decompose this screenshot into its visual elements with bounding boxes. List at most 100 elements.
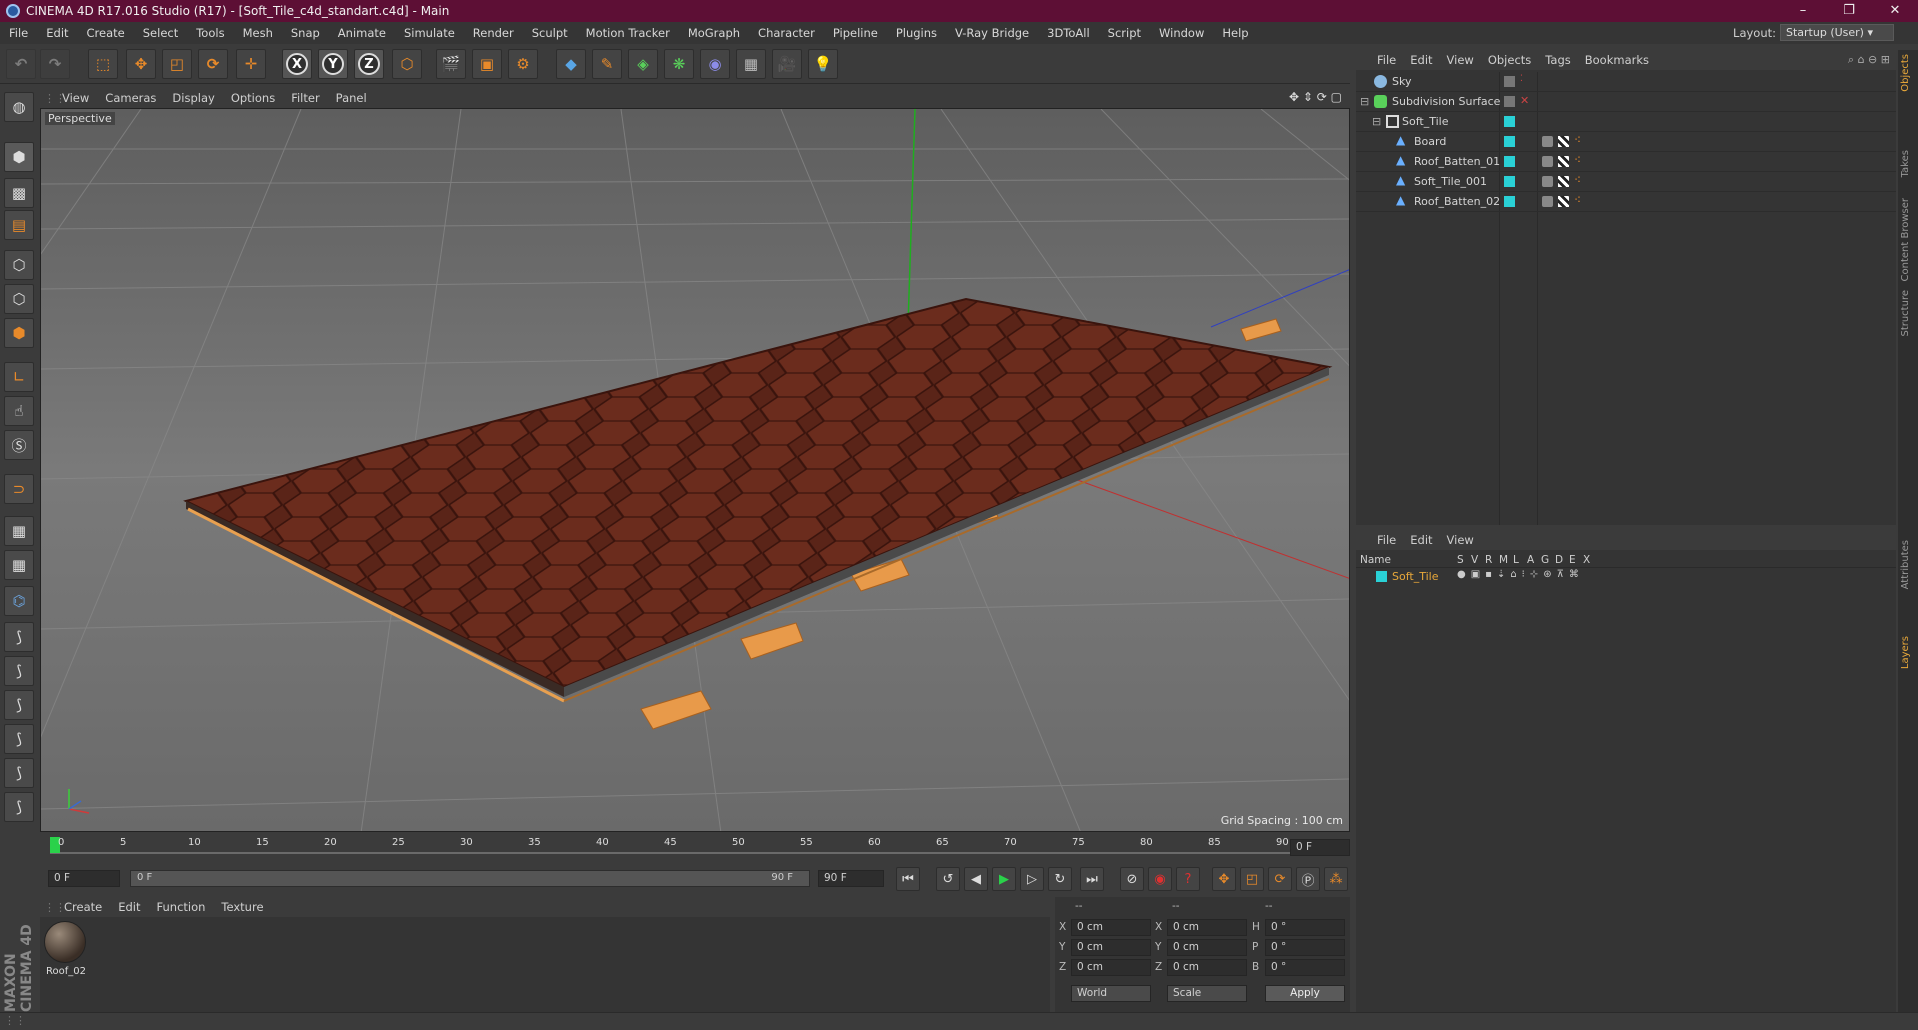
edges-mode-icon[interactable]: ⬡ <box>4 284 34 314</box>
coordinate-system-icon[interactable]: ⬡ <box>392 49 422 79</box>
key-position-icon[interactable]: ✥ <box>1212 867 1236 891</box>
menu-snap[interactable]: Snap <box>282 26 329 40</box>
make-editable-icon[interactable]: ◍ <box>4 92 34 122</box>
render-to-picture-viewer-icon[interactable]: ▣ <box>472 49 502 79</box>
camera-icon[interactable]: 🎥 <box>772 49 802 79</box>
subdivision-surface-icon[interactable]: ◈ <box>628 49 658 79</box>
menu-script[interactable]: Script <box>1099 26 1150 40</box>
viewport-menu-filter[interactable]: Filter <box>283 91 327 105</box>
selection-tag-icon[interactable]: ⁖ <box>1574 193 1581 207</box>
y-axis-lock-button[interactable]: Y <box>318 49 348 79</box>
object-row-board[interactable]: ▲ Board ⁖ <box>1356 132 1896 152</box>
previous-frame-icon[interactable]: ◀ <box>964 867 988 891</box>
pos-z-field[interactable]: 0 cm <box>1071 959 1151 976</box>
selection-tag-icon[interactable]: ⁖ <box>1574 153 1581 167</box>
key-scale-icon[interactable]: ◰ <box>1240 867 1264 891</box>
tab-takes[interactable]: Takes <box>1900 150 1916 177</box>
sculpt-brush-icon-1[interactable]: ⟆ <box>4 622 34 652</box>
menu-3dtoall[interactable]: 3DToAll <box>1038 26 1099 40</box>
material-menu-edit[interactable]: Edit <box>110 900 148 914</box>
disabled-x-icon[interactable]: ✕ <box>1520 94 1529 107</box>
viewport-menu-view[interactable]: View <box>54 91 97 105</box>
rot-b-field[interactable]: 0 ° <box>1265 959 1345 976</box>
pos-x-field[interactable]: 0 cm <box>1071 919 1151 936</box>
object-row-soft-tile-001[interactable]: ▲ Soft_Tile_001 ⁖ <box>1356 172 1896 192</box>
undo-icon[interactable]: ↶ <box>6 49 36 79</box>
layer-color-swatch[interactable] <box>1504 116 1515 127</box>
tab-layers[interactable]: Layers <box>1900 636 1916 669</box>
layer-color-swatch[interactable] <box>1504 156 1515 167</box>
layer-name[interactable]: Soft_Tile <box>1392 570 1438 583</box>
texture-tag-icon[interactable] <box>1542 136 1553 147</box>
recent-tool-icon[interactable]: ✛ <box>236 49 266 79</box>
viewport-menu-cameras[interactable]: Cameras <box>97 91 164 105</box>
object-row-subdivision-surface[interactable]: ⊟ Subdivision Surface ✕ <box>1356 92 1896 112</box>
object-menu-tags[interactable]: Tags <box>1538 53 1577 67</box>
material-menu-function[interactable]: Function <box>149 900 214 914</box>
next-key-icon[interactable]: ↻ <box>1048 867 1072 891</box>
menu-select[interactable]: Select <box>134 26 187 40</box>
close-button[interactable]: ✕ <box>1872 0 1918 22</box>
maximize-button[interactable]: ❐ <box>1826 0 1872 22</box>
layer-color-swatch[interactable] <box>1376 571 1387 582</box>
layer-row-soft-tile[interactable]: Soft_Tile ●▣▪⇣⌂⁝⊹⊛⊼⌘ <box>1356 569 1896 585</box>
object-row-roof-batten-02[interactable]: ▲ Roof_Batten_02 ⁖ <box>1356 192 1896 212</box>
spline-pen-icon[interactable]: ✎ <box>592 49 622 79</box>
texture-tag-icon[interactable] <box>1542 176 1553 187</box>
previous-key-icon[interactable]: ↺ <box>936 867 960 891</box>
layer-menu-view[interactable]: View <box>1440 533 1481 547</box>
key-parameter-icon[interactable]: Ⓟ <box>1296 867 1320 891</box>
rot-p-field[interactable]: 0 ° <box>1265 939 1345 956</box>
menu-sculpt[interactable]: Sculpt <box>523 26 577 40</box>
sculpt-brush-icon-2[interactable]: ⟆ <box>4 656 34 686</box>
3d-viewport[interactable]: Perspective Grid Spacing : 100 cm <box>40 108 1350 832</box>
move-tool-icon[interactable]: ✥ <box>126 49 156 79</box>
menu-window[interactable]: Window <box>1150 26 1213 40</box>
polygons-mode-icon[interactable]: ⬢ <box>4 318 34 348</box>
render-view-icon[interactable]: 🎬 <box>436 49 466 79</box>
editor-visibility-toggle[interactable] <box>1504 96 1515 107</box>
snapping-icon[interactable]: Ⓢ <box>4 430 34 460</box>
start-frame-field[interactable]: 0 F <box>48 870 120 887</box>
object-menu-objects[interactable]: Objects <box>1481 53 1538 67</box>
go-to-start-icon[interactable]: ⏮ <box>896 867 920 891</box>
viewport-menu-options[interactable]: Options <box>223 91 283 105</box>
object-row-roof-batten-01[interactable]: ▲ Roof_Batten_01 ⁖ <box>1356 152 1896 172</box>
layout-dropdown[interactable]: Startup (User) ▾ <box>1780 24 1894 41</box>
play-icon[interactable]: ▶ <box>992 867 1016 891</box>
go-to-end-icon[interactable]: ⏭ <box>1080 867 1104 891</box>
size-y-field[interactable]: 0 cm <box>1167 939 1247 956</box>
menu-simulate[interactable]: Simulate <box>395 26 464 40</box>
object-menu-file[interactable]: File <box>1370 53 1403 67</box>
selection-tag-icon[interactable]: ⁖ <box>1574 133 1581 147</box>
sculpt-brush-icon-4[interactable]: ⟆ <box>4 724 34 754</box>
floor-scene-icon[interactable]: ▦ <box>736 49 766 79</box>
object-row-sky[interactable]: Sky ⁚ <box>1356 72 1896 92</box>
tab-attributes[interactable]: Attributes <box>1900 540 1916 589</box>
material-swatch-roof02[interactable]: Roof_02 <box>44 921 88 981</box>
tab-objects[interactable]: Objects <box>1900 54 1916 92</box>
key-pla-icon[interactable]: ⁂ <box>1324 867 1348 891</box>
magnet-icon[interactable]: ⊃ <box>4 474 34 504</box>
workplane-lock-icon[interactable]: ▦ <box>4 516 34 546</box>
apply-button[interactable]: Apply <box>1265 985 1345 1002</box>
timeline-ruler[interactable]: 0 5 10 15 20 25 30 35 40 45 50 55 60 65 … <box>40 835 1350 861</box>
end-frame-field[interactable]: 90 F <box>818 870 884 887</box>
layer-color-swatch[interactable] <box>1504 196 1515 207</box>
menu-mesh[interactable]: Mesh <box>234 26 282 40</box>
layer-color-swatch[interactable] <box>1504 176 1515 187</box>
workplane-mode-icon[interactable]: ▤ <box>4 210 34 240</box>
next-frame-icon[interactable]: ▷ <box>1020 867 1044 891</box>
expand-toggle-icon[interactable]: ⊟ <box>1372 115 1381 128</box>
coordinate-space-dropdown[interactable]: World <box>1071 985 1151 1002</box>
expand-toggle-icon[interactable]: ⊟ <box>1360 95 1369 108</box>
tab-content-browser[interactable]: Content Browser <box>1900 198 1916 281</box>
object-menu-bookmarks[interactable]: Bookmarks <box>1578 53 1656 67</box>
menu-animate[interactable]: Animate <box>329 26 395 40</box>
menu-vray-bridge[interactable]: V-Ray Bridge <box>946 26 1038 40</box>
menu-create[interactable]: Create <box>78 26 134 40</box>
minimize-button[interactable]: – <box>1780 0 1826 22</box>
object-menu-view[interactable]: View <box>1440 53 1481 67</box>
menu-mograph[interactable]: MoGraph <box>679 26 749 40</box>
record-active-objects-icon[interactable]: ◉ <box>1148 867 1172 891</box>
